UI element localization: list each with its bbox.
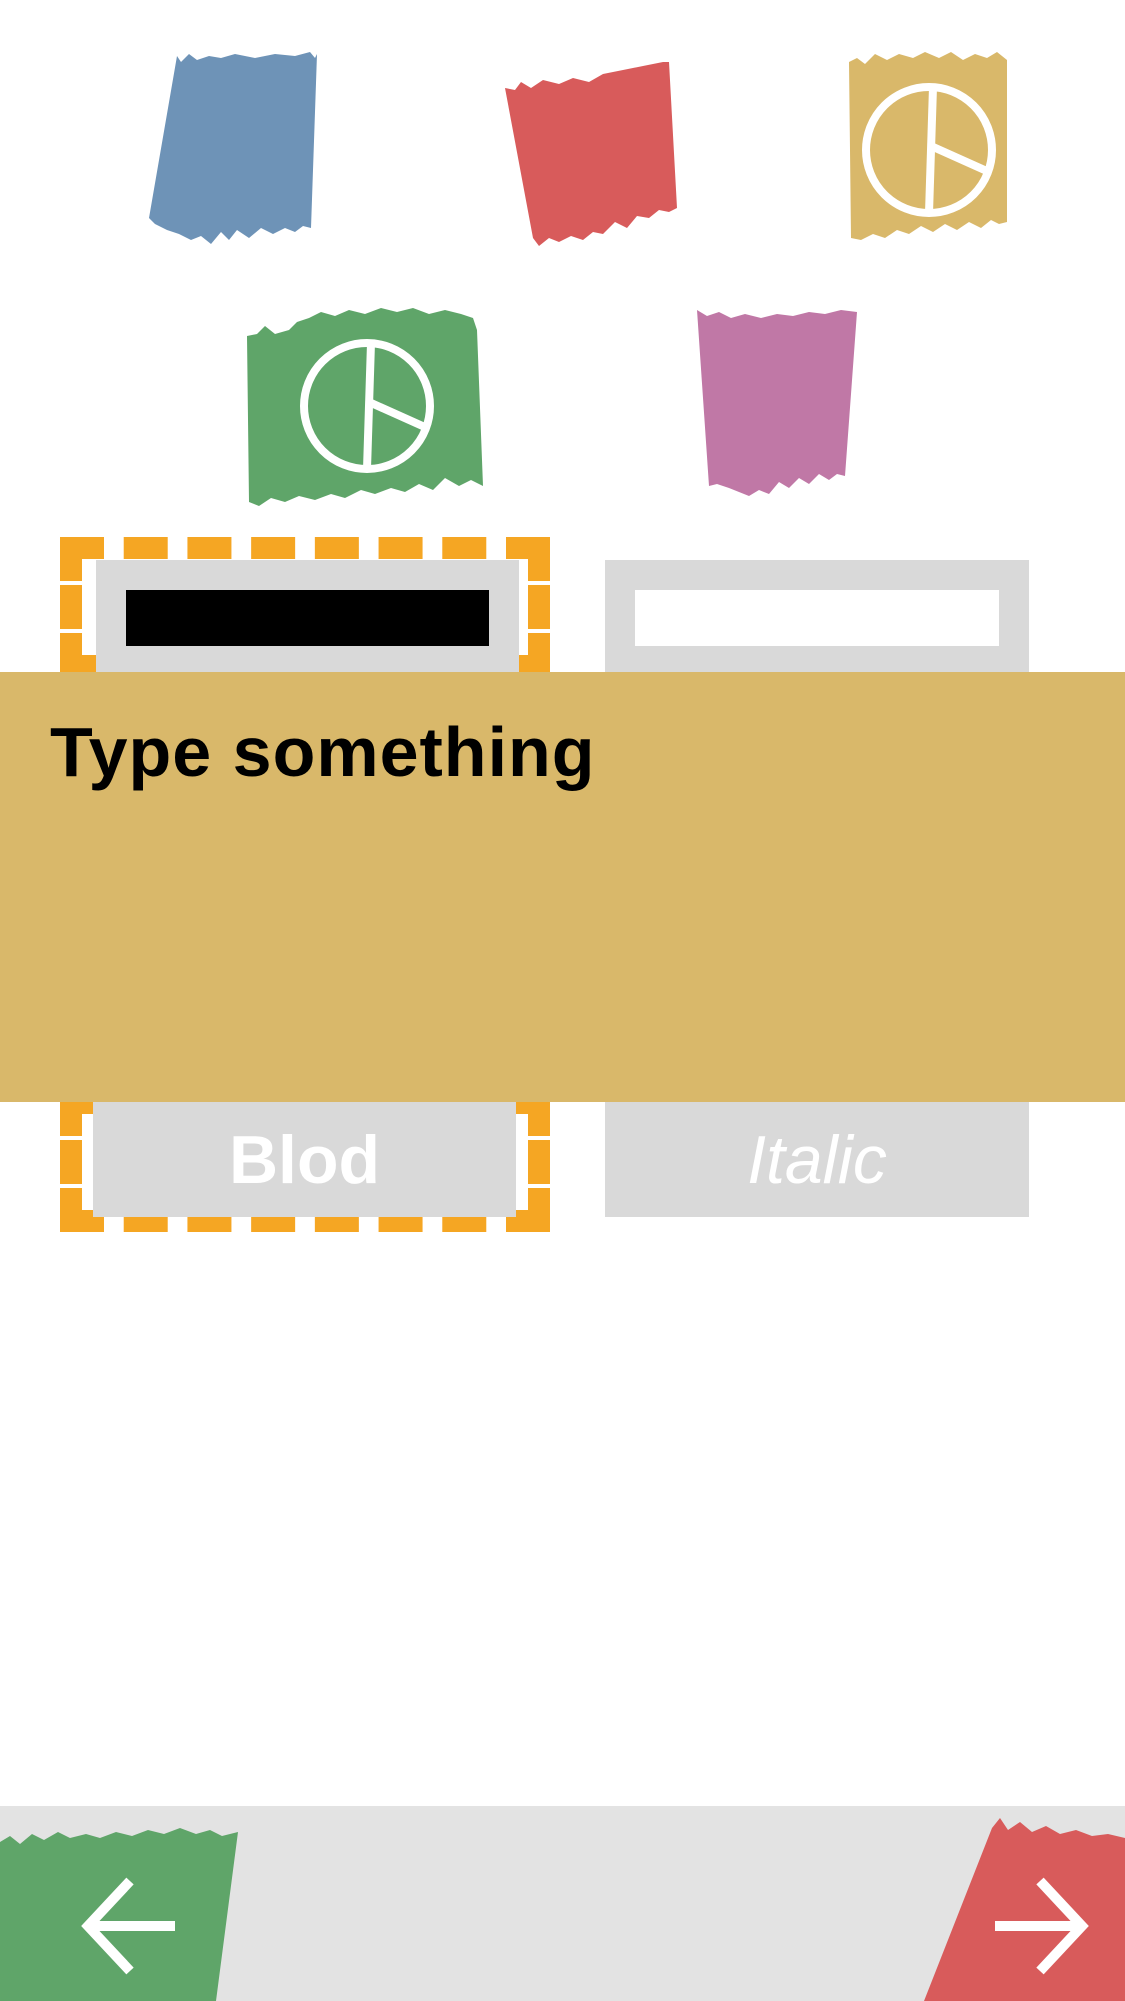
black-color-bar <box>126 590 489 646</box>
bold-button[interactable]: Blod <box>93 1102 516 1217</box>
bold-button-label: Blod <box>228 1121 381 1198</box>
bottom-navigation-bar <box>0 1806 1125 2001</box>
green-swatch[interactable] <box>245 308 490 508</box>
blue-swatch-shape <box>149 52 317 244</box>
arrow-left-icon <box>81 1877 175 1975</box>
back-button[interactable] <box>0 1806 240 2001</box>
italic-button-label: Italic <box>747 1121 887 1198</box>
red-swatch-shape <box>505 62 677 246</box>
text-color-black-option[interactable] <box>96 560 519 674</box>
blue-swatch[interactable] <box>145 52 340 247</box>
peace-icon <box>300 339 434 473</box>
text-color-white-option[interactable] <box>605 560 1029 674</box>
yellow-swatch[interactable] <box>847 52 1012 247</box>
text-editor-area[interactable]: Type something <box>0 672 1125 1102</box>
white-color-bar <box>635 590 999 646</box>
red-swatch[interactable] <box>503 60 683 250</box>
arrow-right-icon <box>995 1877 1089 1975</box>
editor-text[interactable]: Type something <box>50 712 596 792</box>
next-button[interactable] <box>920 1806 1125 2001</box>
italic-button[interactable]: Italic <box>605 1102 1029 1217</box>
pink-swatch[interactable] <box>695 308 860 500</box>
peace-icon <box>862 83 996 217</box>
pink-swatch-shape <box>697 310 857 496</box>
